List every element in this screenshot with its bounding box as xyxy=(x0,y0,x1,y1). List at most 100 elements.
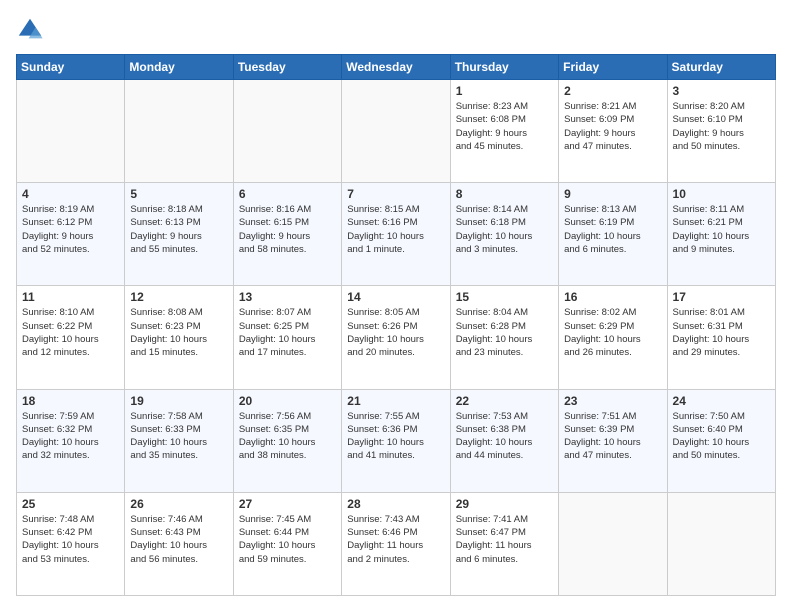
day-number: 29 xyxy=(456,497,553,511)
calendar-cell: 29Sunrise: 7:41 AM Sunset: 6:47 PM Dayli… xyxy=(450,492,558,595)
day-number: 22 xyxy=(456,394,553,408)
calendar-cell xyxy=(17,80,125,183)
calendar-cell: 15 Sunrise: 8:04 AM Sunset: 6:28 PM Dayli… xyxy=(450,286,558,389)
weekday-header-tuesday: Tuesday xyxy=(233,55,341,80)
calendar-cell xyxy=(342,80,450,183)
calendar-cell: 25 Sunrise: 7:48 AM Sunset: 6:42 PM Dayli… xyxy=(17,492,125,595)
calendar-table: SundayMondayTuesdayWednesdayThursdayFrid… xyxy=(16,54,776,596)
logo-icon xyxy=(16,16,44,44)
weekday-header-friday: Friday xyxy=(559,55,667,80)
day-number: 9 xyxy=(564,187,661,201)
calendar-cell: 17 Sunrise: 8:01 AM Sunset: 6:31 PM Dayli… xyxy=(667,286,775,389)
calendar-cell: 18 Sunrise: 7:59 AM Sunset: 6:32 PM Dayli… xyxy=(17,389,125,492)
day-number: 7 xyxy=(347,187,444,201)
calendar-cell: 21Sunrise: 7:55 AM Sunset: 6:36 PM Dayli… xyxy=(342,389,450,492)
weekday-header-sunday: Sunday xyxy=(17,55,125,80)
calendar-cell: 28 Sunrise: 7:43 AM Sunset: 6:46 PM Dayli… xyxy=(342,492,450,595)
day-info: Sunrise: 7:58 AM Sunset: 6:33 PM Dayligh… xyxy=(130,410,227,463)
day-number: 11 xyxy=(22,290,119,304)
calendar-week-3: 11 Sunrise: 8:10 AM Sunset: 6:22 PM Dayli… xyxy=(17,286,776,389)
day-info: Sunrise: 8:14 AM Sunset: 6:18 PM Dayligh… xyxy=(456,203,553,256)
page: SundayMondayTuesdayWednesdayThursdayFrid… xyxy=(0,0,792,612)
calendar-cell xyxy=(559,492,667,595)
calendar-cell: 22 Sunrise: 7:53 AM Sunset: 6:38 PM Dayli… xyxy=(450,389,558,492)
day-info: Sunrise: 8:19 AM Sunset: 6:12 PM Dayligh… xyxy=(22,203,119,256)
day-number: 18 xyxy=(22,394,119,408)
day-info: Sunrise: 8:18 AM Sunset: 6:13 PM Dayligh… xyxy=(130,203,227,256)
calendar-cell: 27 Sunrise: 7:45 AM Sunset: 6:44 PM Dayli… xyxy=(233,492,341,595)
day-info: Sunrise: 7:46 AM Sunset: 6:43 PM Dayligh… xyxy=(130,513,227,566)
calendar-week-4: 18 Sunrise: 7:59 AM Sunset: 6:32 PM Dayli… xyxy=(17,389,776,492)
day-number: 25 xyxy=(22,497,119,511)
day-number: 6 xyxy=(239,187,336,201)
day-number: 16 xyxy=(564,290,661,304)
calendar-cell: 11 Sunrise: 8:10 AM Sunset: 6:22 PM Dayli… xyxy=(17,286,125,389)
calendar-cell: 8Sunrise: 8:14 AM Sunset: 6:18 PM Daylig… xyxy=(450,183,558,286)
calendar-cell: 13 Sunrise: 8:07 AM Sunset: 6:25 PM Dayli… xyxy=(233,286,341,389)
day-info: Sunrise: 7:51 AM Sunset: 6:39 PM Dayligh… xyxy=(564,410,661,463)
day-info: Sunrise: 7:48 AM Sunset: 6:42 PM Dayligh… xyxy=(22,513,119,566)
calendar-cell: 23 Sunrise: 7:51 AM Sunset: 6:39 PM Dayli… xyxy=(559,389,667,492)
day-info: Sunrise: 7:55 AM Sunset: 6:36 PM Dayligh… xyxy=(347,410,444,463)
day-info: Sunrise: 7:53 AM Sunset: 6:38 PM Dayligh… xyxy=(456,410,553,463)
day-info: Sunrise: 8:21 AM Sunset: 6:09 PM Dayligh… xyxy=(564,100,661,153)
calendar-cell xyxy=(125,80,233,183)
day-info: Sunrise: 8:05 AM Sunset: 6:26 PM Dayligh… xyxy=(347,306,444,359)
day-number: 28 xyxy=(347,497,444,511)
day-number: 17 xyxy=(673,290,770,304)
day-info: Sunrise: 8:10 AM Sunset: 6:22 PM Dayligh… xyxy=(22,306,119,359)
day-number: 15 xyxy=(456,290,553,304)
calendar-cell: 26 Sunrise: 7:46 AM Sunset: 6:43 PM Dayli… xyxy=(125,492,233,595)
day-number: 4 xyxy=(22,187,119,201)
calendar-week-2: 4 Sunrise: 8:19 AM Sunset: 6:12 PM Daylig… xyxy=(17,183,776,286)
weekday-header-row: SundayMondayTuesdayWednesdayThursdayFrid… xyxy=(17,55,776,80)
day-info: Sunrise: 8:23 AM Sunset: 6:08 PM Dayligh… xyxy=(456,100,553,153)
day-info: Sunrise: 8:01 AM Sunset: 6:31 PM Dayligh… xyxy=(673,306,770,359)
calendar-cell: 19 Sunrise: 7:58 AM Sunset: 6:33 PM Dayli… xyxy=(125,389,233,492)
day-info: Sunrise: 8:07 AM Sunset: 6:25 PM Dayligh… xyxy=(239,306,336,359)
weekday-header-monday: Monday xyxy=(125,55,233,80)
calendar-cell: 24Sunrise: 7:50 AM Sunset: 6:40 PM Dayli… xyxy=(667,389,775,492)
day-info: Sunrise: 8:20 AM Sunset: 6:10 PM Dayligh… xyxy=(673,100,770,153)
day-info: Sunrise: 8:15 AM Sunset: 6:16 PM Dayligh… xyxy=(347,203,444,256)
day-info: Sunrise: 7:50 AM Sunset: 6:40 PM Dayligh… xyxy=(673,410,770,463)
day-number: 27 xyxy=(239,497,336,511)
calendar-cell: 10 Sunrise: 8:11 AM Sunset: 6:21 PM Dayli… xyxy=(667,183,775,286)
day-number: 1 xyxy=(456,84,553,98)
calendar-cell: 7 Sunrise: 8:15 AM Sunset: 6:16 PM Daylig… xyxy=(342,183,450,286)
calendar-cell xyxy=(667,492,775,595)
day-number: 2 xyxy=(564,84,661,98)
day-info: Sunrise: 7:43 AM Sunset: 6:46 PM Dayligh… xyxy=(347,513,444,566)
day-number: 5 xyxy=(130,187,227,201)
day-number: 3 xyxy=(673,84,770,98)
calendar-week-1: 1 Sunrise: 8:23 AM Sunset: 6:08 PM Daylig… xyxy=(17,80,776,183)
calendar-cell: 1 Sunrise: 8:23 AM Sunset: 6:08 PM Daylig… xyxy=(450,80,558,183)
calendar-cell: 4 Sunrise: 8:19 AM Sunset: 6:12 PM Daylig… xyxy=(17,183,125,286)
logo xyxy=(16,16,48,44)
day-info: Sunrise: 7:59 AM Sunset: 6:32 PM Dayligh… xyxy=(22,410,119,463)
day-info: Sunrise: 7:45 AM Sunset: 6:44 PM Dayligh… xyxy=(239,513,336,566)
calendar-cell: 5 Sunrise: 8:18 AM Sunset: 6:13 PM Daylig… xyxy=(125,183,233,286)
day-info: Sunrise: 8:02 AM Sunset: 6:29 PM Dayligh… xyxy=(564,306,661,359)
day-info: Sunrise: 8:04 AM Sunset: 6:28 PM Dayligh… xyxy=(456,306,553,359)
day-number: 19 xyxy=(130,394,227,408)
weekday-header-saturday: Saturday xyxy=(667,55,775,80)
calendar-cell: 9 Sunrise: 8:13 AM Sunset: 6:19 PM Daylig… xyxy=(559,183,667,286)
day-number: 20 xyxy=(239,394,336,408)
calendar-cell: 6 Sunrise: 8:16 AM Sunset: 6:15 PM Daylig… xyxy=(233,183,341,286)
day-info: Sunrise: 8:13 AM Sunset: 6:19 PM Dayligh… xyxy=(564,203,661,256)
day-info: Sunrise: 8:16 AM Sunset: 6:15 PM Dayligh… xyxy=(239,203,336,256)
day-number: 23 xyxy=(564,394,661,408)
day-number: 26 xyxy=(130,497,227,511)
calendar-cell xyxy=(233,80,341,183)
weekday-header-wednesday: Wednesday xyxy=(342,55,450,80)
day-info: Sunrise: 8:11 AM Sunset: 6:21 PM Dayligh… xyxy=(673,203,770,256)
calendar-cell: 3 Sunrise: 8:20 AM Sunset: 6:10 PM Daylig… xyxy=(667,80,775,183)
day-number: 13 xyxy=(239,290,336,304)
calendar-cell: 12Sunrise: 8:08 AM Sunset: 6:23 PM Dayli… xyxy=(125,286,233,389)
day-number: 12 xyxy=(130,290,227,304)
calendar-cell: 14Sunrise: 8:05 AM Sunset: 6:26 PM Dayli… xyxy=(342,286,450,389)
day-number: 10 xyxy=(673,187,770,201)
calendar-week-5: 25 Sunrise: 7:48 AM Sunset: 6:42 PM Dayli… xyxy=(17,492,776,595)
calendar-cell: 20Sunrise: 7:56 AM Sunset: 6:35 PM Dayli… xyxy=(233,389,341,492)
